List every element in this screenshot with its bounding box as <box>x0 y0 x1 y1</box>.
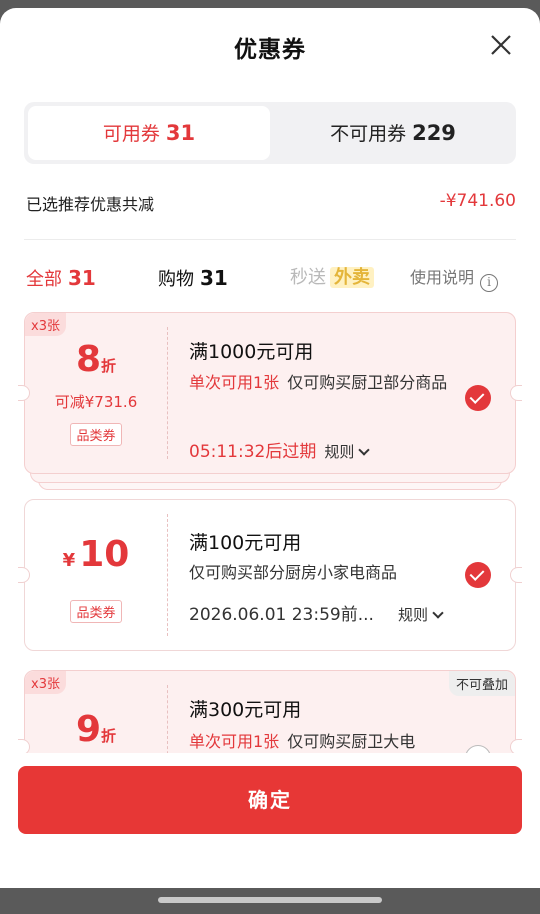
usage-limit: 单次可用1张 <box>189 373 280 392</box>
filter-flash-delivery[interactable]: 秒送 外卖 <box>290 263 374 293</box>
coupon-reduce: 可减¥731.6 <box>54 393 138 411</box>
category-tag: 品类券 <box>70 600 122 623</box>
coupon-description: 单次可用1张 仅可购买厨卫部分商品 <box>189 370 459 396</box>
filter-all-label: 全部 <box>26 269 62 290</box>
ticket-notch <box>510 567 522 583</box>
rule-label: 规则 <box>397 606 428 624</box>
selected-check-icon[interactable] <box>465 562 491 588</box>
filter-all-count: 31 <box>68 266 96 290</box>
divider <box>24 239 516 240</box>
coupon-condition: 满300元可用 <box>189 699 302 721</box>
coupon-scope: 仅可购买厨卫大电 <box>287 732 416 751</box>
dashed-divider <box>167 514 168 636</box>
coupon-tabs: 可用券 31 不可用券 229 <box>24 102 516 164</box>
coupon-value: 10 <box>79 534 130 575</box>
filter-shopping[interactable]: 购物 31 <box>158 263 228 295</box>
sheet-title: 优惠券 <box>234 37 306 63</box>
chevron-down-icon <box>432 607 444 619</box>
home-indicator <box>158 897 382 903</box>
coupon-card[interactable]: x3张 8折 可减¥731.6 品类券 满1000元可用 单次可用1张 仅可购买厨… <box>18 312 522 474</box>
coupon-card[interactable]: ¥10 品类券 满100元可用 仅可购买部分厨房小家电商品 2026.06.01… <box>18 499 522 651</box>
selected-check-icon[interactable] <box>465 385 491 411</box>
category-tag: 品类券 <box>70 423 122 446</box>
filter-shopping-count: 31 <box>200 266 228 290</box>
coupon-value: 9 <box>75 709 102 750</box>
stacked-coupon-shadow <box>30 473 510 483</box>
usage-limit: 单次可用1张 <box>189 732 280 751</box>
coupon-unit: 折 <box>101 357 117 375</box>
usage-help-link[interactable]: 使用说明 i <box>410 263 499 293</box>
confirm-button[interactable]: 确定 <box>18 766 522 834</box>
currency-symbol: ¥ <box>62 550 76 571</box>
coupon-expiry: 05:11:32后过期 <box>189 442 317 462</box>
no-stack-tag: 不可叠加 <box>448 671 515 696</box>
coupon-scope: 仅可购买部分厨房小家电商品 <box>189 563 398 582</box>
coupon-value: 8 <box>75 339 102 380</box>
close-icon[interactable] <box>488 32 514 58</box>
tab-available[interactable]: 可用券 31 <box>28 106 270 160</box>
tab-available-count: 31 <box>165 121 196 145</box>
tab-available-label: 可用券 <box>102 123 160 145</box>
tab-unavailable-label: 不可用券 <box>330 123 407 145</box>
coupon-value-area: 8折 可减¥731.6 品类券 <box>25 313 167 473</box>
filter-flash-tag: 外卖 <box>330 267 374 288</box>
footer-bar: 确定 <box>0 753 540 888</box>
ticket-notch <box>510 385 522 401</box>
filter-bar: 全部 31 购物 31 秒送 外卖 使用说明 i <box>26 263 516 293</box>
tab-unavailable[interactable]: 不可用券 229 <box>274 106 512 160</box>
coupon-sheet: 优惠券 可用券 31 不可用券 229 已选推荐优惠共减 -¥741.60 全部 31… <box>0 8 540 888</box>
selected-summary-label: 已选推荐优惠共减 <box>26 195 155 214</box>
filter-all[interactable]: 全部 31 <box>26 263 96 295</box>
coupon-scope: 仅可购买厨卫部分商品 <box>287 373 448 392</box>
filter-shopping-label: 购物 <box>158 269 194 290</box>
coupon-description: 单次可用1张 仅可购买厨卫大电 <box>189 729 479 755</box>
chevron-down-icon <box>358 444 371 456</box>
coupon-condition: 满100元可用 <box>189 532 302 554</box>
info-icon: i <box>480 274 499 292</box>
total-saving: -¥741.60 <box>439 191 516 211</box>
coupon-condition: 满1000元可用 <box>189 341 314 363</box>
tab-unavailable-count: 229 <box>412 121 456 145</box>
rule-link[interactable]: 规则 <box>397 606 444 624</box>
usage-help-label: 使用说明 <box>410 268 475 287</box>
rule-label: 规则 <box>324 443 355 461</box>
filter-flash-label: 秒送 <box>290 267 326 288</box>
dashed-divider <box>167 327 168 459</box>
coupon-expiry-row: 05:11:32后过期 规则 <box>189 437 371 462</box>
coupon-unit: 折 <box>101 727 117 745</box>
coupon-expiry-row: 2026.06.01 23:59前... 规则 <box>189 600 444 625</box>
rule-link[interactable]: 规则 <box>324 443 371 461</box>
coupon-expiry: 2026.06.01 23:59前... <box>189 605 374 625</box>
coupon-value-area: ¥10 品类券 <box>25 500 167 650</box>
